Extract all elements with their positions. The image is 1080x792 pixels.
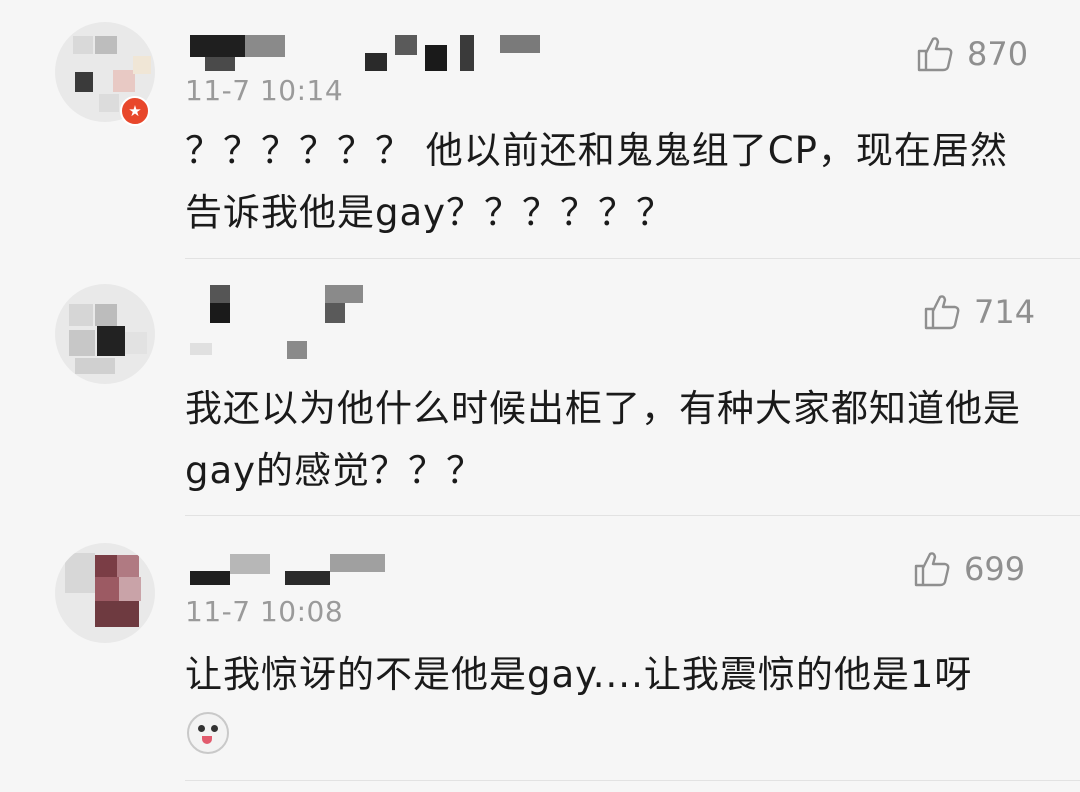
comment-time: 11-7 10:14 [185, 74, 344, 107]
thumbs-up-icon [914, 552, 950, 587]
like-count: 699 [964, 550, 1026, 588]
comment-item: 11-7 10:08 699 让我惊讶的不是他是gay....让我震惊的他是1呀 [0, 517, 1080, 792]
comment-item: ★ 11-7 10:14 870 ？？？？？？ 他以前还和鬼鬼组了CP，现在居然… [0, 0, 1080, 260]
divider [185, 780, 1080, 781]
like-button[interactable]: 699 [912, 549, 1025, 589]
like-button[interactable]: 714 [922, 292, 1035, 332]
comment-text: ？？？？？？ 他以前还和鬼鬼组了CP，现在居然告诉我他是gay？？？？？？ [185, 129, 1008, 234]
username[interactable] [185, 285, 385, 360]
like-count: 870 [967, 35, 1029, 73]
like-count: 714 [974, 293, 1036, 331]
divider [185, 258, 1080, 259]
star-badge-icon: ★ [120, 96, 150, 126]
like-button[interactable]: 870 [915, 34, 1028, 74]
username[interactable] [185, 549, 405, 589]
comment-time: 11-7 10:08 [185, 595, 344, 628]
comment-text: 让我惊讶的不是他是gay....让我震惊的他是1呀 [185, 653, 973, 696]
avatar[interactable] [55, 543, 155, 643]
avatar[interactable] [55, 284, 155, 384]
username[interactable] [185, 35, 545, 75]
divider [185, 515, 1080, 516]
thumbs-up-icon [917, 37, 953, 72]
comment-text: 我还以为他什么时候出柜了，有种大家都知道他是gay的感觉？？？ [185, 387, 1021, 492]
thumbs-up-icon [924, 295, 960, 330]
husky-emoji-icon [187, 712, 229, 754]
comment-item: 714 我还以为他什么时候出柜了，有种大家都知道他是gay的感觉？？？ [0, 260, 1080, 515]
